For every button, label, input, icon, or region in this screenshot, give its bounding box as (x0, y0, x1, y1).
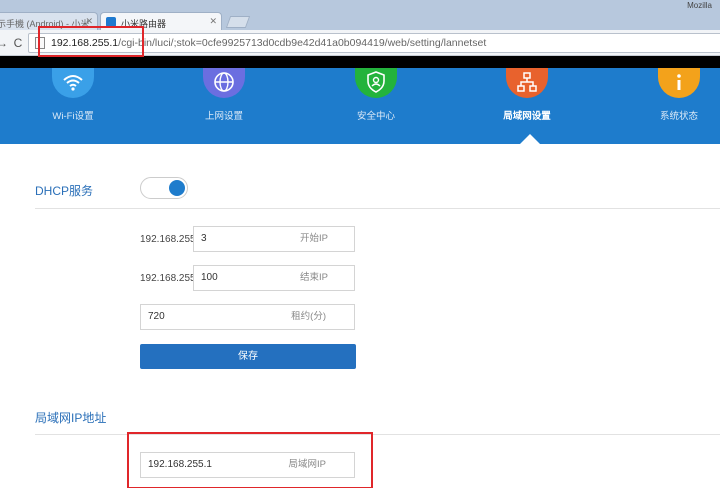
window-title: Mozilla (687, 1, 712, 10)
globe-icon (203, 68, 245, 98)
nav-label: 系统状态 (659, 111, 698, 122)
lease-time-input[interactable]: 720 租约(分) (140, 304, 355, 330)
toggle-knob (169, 180, 185, 196)
network-icon (506, 68, 548, 98)
router-nav: Wi-Fi设置 上网设置 安全中心 局域网设置 系统状态 (0, 68, 720, 144)
lease-time-value: 720 (148, 311, 165, 322)
lease-time-label: 租约(分) (291, 311, 326, 322)
back-arrow-icon[interactable]: → (0, 34, 10, 52)
nav-item-lan[interactable]: 局域网设置 (472, 68, 582, 144)
url-path: /cgi-bin/luci/;stok=0cfe9925713d0cdb9e42… (118, 37, 487, 49)
divider (35, 208, 720, 209)
annotation-box-lan-ip (127, 432, 373, 488)
dhcp-section-title: DHCP服务 (35, 184, 94, 198)
nav-label: Wi-Fi设置 (52, 111, 94, 122)
wifi-icon (52, 68, 94, 98)
nav-label: 上网设置 (204, 111, 243, 122)
end-ip-value: 100 (201, 272, 218, 283)
nav-label: 局域网设置 (503, 111, 551, 122)
nav-label: 安全中心 (356, 111, 395, 122)
new-tab-button[interactable] (225, 16, 251, 28)
start-ip-label: 开始IP (300, 233, 328, 244)
nav-item-internet[interactable]: 上网设置 (169, 68, 279, 144)
annotation-box-url (38, 26, 144, 57)
shield-user-icon (355, 68, 397, 98)
save-button[interactable]: 保存 (140, 344, 356, 369)
start-ip-prefix: 192.168.255 (140, 234, 196, 245)
active-nav-pointer (520, 134, 540, 144)
start-ip-input[interactable]: 3 开始IP (193, 226, 355, 252)
end-ip-label: 结束IP (300, 272, 328, 283)
nav-item-status[interactable]: 系统状态 (624, 68, 720, 144)
nav-item-security[interactable]: 安全中心 (321, 68, 431, 144)
end-ip-input[interactable]: 100 结束IP (193, 265, 355, 291)
reload-icon[interactable]: C (10, 34, 26, 52)
dhcp-toggle[interactable] (140, 177, 188, 199)
nav-item-wifi[interactable]: Wi-Fi设置 (18, 68, 128, 144)
info-icon (658, 68, 700, 98)
lan-ip-section-title: 局域网IP地址 (35, 411, 107, 425)
close-tab-icon[interactable]: ✕ (209, 16, 217, 27)
end-ip-prefix: 192.168.255 (140, 273, 196, 284)
start-ip-value: 3 (201, 233, 207, 244)
black-bar (0, 56, 720, 68)
